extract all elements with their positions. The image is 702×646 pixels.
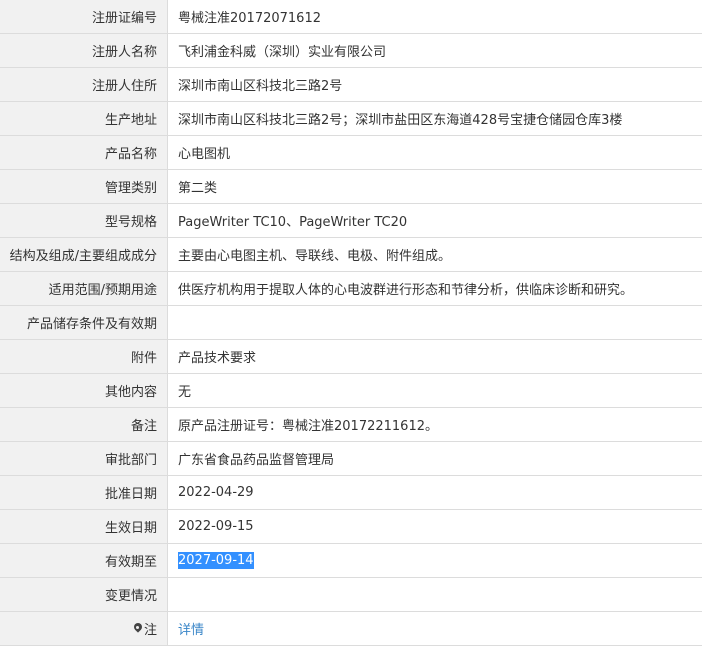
field-label: 产品储存条件及有效期 <box>0 306 168 340</box>
table-row: 批准日期 2022-04-29 <box>0 476 702 510</box>
table-row: 变更情况 <box>0 578 702 612</box>
table-row: 注册人住所 深圳市南山区科技北三路2号 <box>0 68 702 102</box>
field-label: 审批部门 <box>0 442 168 476</box>
field-value: 飞利浦金科威（深圳）实业有限公司 <box>168 34 702 68</box>
table-row: 生效日期 2022-09-15 <box>0 510 702 544</box>
field-label: 备注 <box>0 408 168 442</box>
field-label: 生效日期 <box>0 510 168 544</box>
field-value: 深圳市南山区科技北三路2号 <box>168 68 702 102</box>
map-pin-icon <box>133 623 143 635</box>
field-label: 型号规格 <box>0 204 168 238</box>
field-value: 2022-09-15 <box>168 510 702 544</box>
field-value: 2022-04-29 <box>168 476 702 510</box>
field-label: 注册人住所 <box>0 68 168 102</box>
field-value <box>168 578 702 612</box>
field-label: 有效期至 <box>0 544 168 578</box>
field-value: 产品技术要求 <box>168 340 702 374</box>
field-value: 供医疗机构用于提取人体的心电波群进行形态和节律分析，供临床诊断和研究。 <box>168 272 702 306</box>
table-row: 适用范围/预期用途 供医疗机构用于提取人体的心电波群进行形态和节律分析，供临床诊… <box>0 272 702 306</box>
field-value: 原产品注册证号：粤械注准20172211612。 <box>168 408 702 442</box>
field-label: 注册人名称 <box>0 34 168 68</box>
field-label: 产品名称 <box>0 136 168 170</box>
table-row: 有效期至 2027-09-14 <box>0 544 702 578</box>
table-row: 生产地址 深圳市南山区科技北三路2号；深圳市盐田区东海道428号宝捷仓储园仓库3… <box>0 102 702 136</box>
field-label: 附件 <box>0 340 168 374</box>
field-label: 结构及组成/主要组成成分 <box>0 238 168 272</box>
field-value <box>168 306 702 340</box>
details-link[interactable]: 详情 <box>178 623 204 638</box>
field-label: 注 <box>0 612 168 646</box>
field-label: 适用范围/预期用途 <box>0 272 168 306</box>
selected-text[interactable]: 2027-09-14 <box>178 552 254 569</box>
table-row: 结构及组成/主要组成成分 主要由心电图主机、导联线、电极、附件组成。 <box>0 238 702 272</box>
table-row: 注 详情 <box>0 612 702 646</box>
field-value: 主要由心电图主机、导联线、电极、附件组成。 <box>168 238 702 272</box>
field-value: PageWriter TC10、PageWriter TC20 <box>168 204 702 238</box>
field-value: 粤械注准20172071612 <box>168 0 702 34</box>
table-row: 注册人名称 飞利浦金科威（深圳）实业有限公司 <box>0 34 702 68</box>
table-row: 备注 原产品注册证号：粤械注准20172211612。 <box>0 408 702 442</box>
field-label: 管理类别 <box>0 170 168 204</box>
field-label: 生产地址 <box>0 102 168 136</box>
field-value: 详情 <box>168 612 702 646</box>
registration-detail-table: 注册证编号 粤械注准20172071612 注册人名称 飞利浦金科威（深圳）实业… <box>0 0 702 646</box>
table-row: 其他内容 无 <box>0 374 702 408</box>
field-value: 深圳市南山区科技北三路2号；深圳市盐田区东海道428号宝捷仓储园仓库3楼 <box>168 102 702 136</box>
field-value: 心电图机 <box>168 136 702 170</box>
field-label: 注册证编号 <box>0 0 168 34</box>
field-value: 2027-09-14 <box>168 544 702 578</box>
table-row: 产品名称 心电图机 <box>0 136 702 170</box>
table-row: 产品储存条件及有效期 <box>0 306 702 340</box>
field-label: 批准日期 <box>0 476 168 510</box>
table-row: 审批部门 广东省食品药品监督管理局 <box>0 442 702 476</box>
field-value: 无 <box>168 374 702 408</box>
table-row: 型号规格 PageWriter TC10、PageWriter TC20 <box>0 204 702 238</box>
field-value: 第二类 <box>168 170 702 204</box>
field-label: 其他内容 <box>0 374 168 408</box>
field-label: 变更情况 <box>0 578 168 612</box>
table-row: 附件 产品技术要求 <box>0 340 702 374</box>
field-value: 广东省食品药品监督管理局 <box>168 442 702 476</box>
table-row: 注册证编号 粤械注准20172071612 <box>0 0 702 34</box>
table-row: 管理类别 第二类 <box>0 170 702 204</box>
